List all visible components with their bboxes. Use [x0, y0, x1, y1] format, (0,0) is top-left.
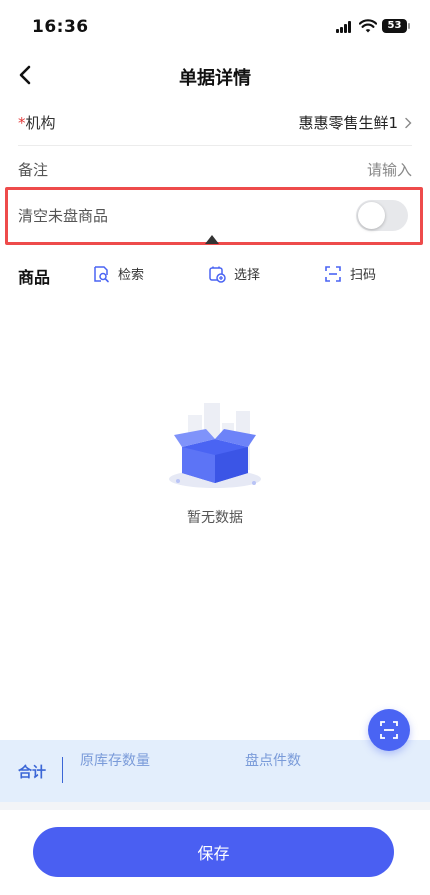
org-row[interactable]: *机构 惠惠零售生鲜1 — [18, 100, 412, 146]
remark-input[interactable]: 请输入 — [367, 159, 412, 180]
goods-title: 商品 — [18, 268, 51, 287]
summary-col-count: 盘点件数 — [245, 753, 301, 769]
remark-label: 备注 — [18, 160, 49, 179]
nav-header: 单据详情 — [0, 50, 430, 100]
scan-icon — [325, 265, 341, 282]
clear-uncounted-toggle[interactable] — [356, 200, 408, 231]
toggle-knob — [358, 202, 385, 229]
summary-divider — [62, 757, 63, 783]
search-goods-label: 检索 — [118, 268, 145, 283]
remark-row[interactable]: 备注 请输入 — [18, 146, 412, 192]
empty-box-icon — [169, 403, 261, 488]
search-goods-button[interactable]: 检索 — [92, 264, 144, 283]
scan-goods-button[interactable]: 扫码 — [324, 264, 376, 283]
search-doc-icon — [94, 265, 109, 282]
page-title: 单据详情 — [179, 68, 251, 89]
select-goods-label: 选择 — [234, 268, 261, 283]
goods-section: 商品 检索 选择 扫码 暂无数据 — [0, 250, 430, 740]
cellular-signal-icon — [336, 21, 354, 33]
scan-icon — [380, 721, 398, 739]
battery-icon: 53 — [382, 19, 410, 33]
select-goods-button[interactable]: 选择 — [208, 264, 260, 283]
summary-col-original-stock: 原库存数量 — [80, 753, 150, 769]
chevron-right-icon — [405, 117, 412, 128]
wifi-icon — [359, 19, 377, 33]
select-add-icon — [209, 266, 226, 283]
empty-text: 暂无数据 — [187, 510, 243, 526]
org-label-wrap: *机构 — [18, 112, 56, 133]
org-value-wrap: 惠惠零售生鲜1 — [298, 112, 412, 133]
save-button[interactable]: 保存 — [33, 827, 394, 877]
summary-bar: 合计 原库存数量 盘点件数 — [0, 740, 430, 802]
bottom-bar: 保存 — [0, 810, 430, 895]
tooltip-arrow — [205, 235, 219, 244]
org-value: 惠惠零售生鲜1 — [298, 114, 398, 132]
screen: 16:36 53 单据详情 *机构 惠惠零售生鲜1 备注 请输入 清空未盘商品 … — [0, 0, 430, 895]
scan-fab-button[interactable] — [368, 709, 410, 751]
org-label: 机构 — [25, 114, 56, 132]
battery-level: 53 — [387, 20, 402, 31]
status-time: 16:36 — [32, 17, 89, 37]
scan-goods-label: 扫码 — [350, 268, 377, 283]
status-bar: 16:36 53 — [0, 0, 430, 50]
summary-label: 合计 — [18, 765, 46, 781]
required-mark: * — [18, 114, 26, 132]
